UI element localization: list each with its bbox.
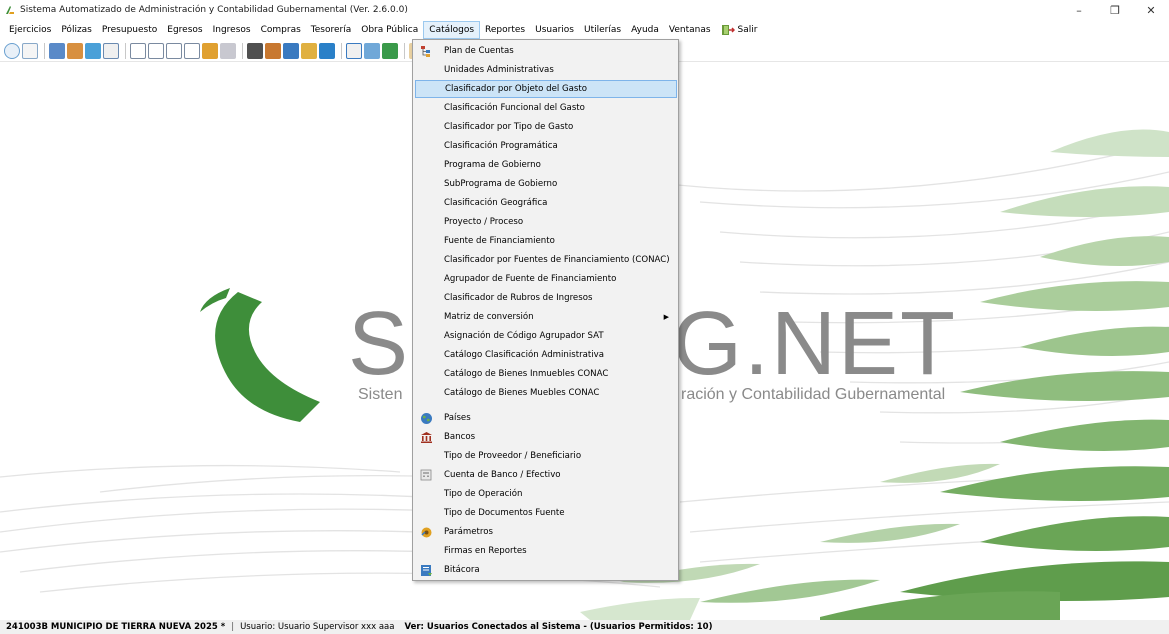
menu-presupuesto[interactable]: Presupuesto: [97, 21, 162, 39]
gear-icon: [419, 525, 433, 539]
folder-icon[interactable]: [49, 42, 65, 59]
close-button[interactable]: ✕: [1133, 0, 1169, 20]
d-icon[interactable]: [148, 42, 164, 59]
menu-polizas[interactable]: Pólizas: [56, 21, 97, 39]
menu-item-cuenta-banco[interactable]: Cuenta de Banco / Efectivo: [415, 466, 677, 484]
menu-item-bienes-muebles-conac[interactable]: Catálogo de Bienes Muebles CONAC: [415, 384, 677, 402]
hierarchy-icon: [419, 44, 433, 58]
logo-subtitle-left: Sisten: [358, 386, 403, 403]
menu-item-plan-de-cuentas[interactable]: Plan de Cuentas: [415, 42, 677, 60]
toolbar-separator: [242, 42, 243, 59]
menu-bar: Ejercicios Pólizas Presupuesto Egresos I…: [0, 20, 1169, 40]
title-bar: Sistema Automatizado de Administración y…: [0, 0, 1169, 20]
log-icon: [419, 563, 433, 577]
status-connected-users-link[interactable]: Ver: Usuarios Conectados al Sistema - (U…: [404, 622, 712, 632]
menu-item-clasificacion-programatica[interactable]: Clasificación Programática: [415, 137, 677, 155]
bank-icon: [419, 430, 433, 444]
tools-icon[interactable]: [364, 42, 380, 59]
toolbar-separator: [44, 42, 45, 59]
minimize-button[interactable]: –: [1061, 0, 1097, 20]
menu-item-clasificador-rubros-ingresos[interactable]: Clasificador de Rubros de Ingresos: [415, 289, 677, 307]
menu-usuarios[interactable]: Usuarios: [530, 21, 579, 39]
menu-item-bienes-inmuebles-conac[interactable]: Catálogo de Bienes Inmuebles CONAC: [415, 365, 677, 383]
menu-salir-label: Salir: [737, 25, 758, 35]
chart-icon[interactable]: [319, 42, 335, 59]
e-icon[interactable]: [166, 42, 182, 59]
status-user: Usuario: Usuario Supervisor xxx aaa: [240, 622, 395, 632]
edit-icon[interactable]: [265, 42, 281, 59]
menu-item-proyecto-proceso[interactable]: Proyecto / Proceso: [415, 213, 677, 231]
menu-compras[interactable]: Compras: [256, 21, 306, 39]
menu-item-clasificacion-geografica[interactable]: Clasificación Geográfica: [415, 194, 677, 212]
menu-item-bancos[interactable]: Bancos: [415, 428, 677, 446]
menu-item-clasificacion-funcional-gasto[interactable]: Clasificación Funcional del Gasto: [415, 99, 677, 117]
globe-icon: [419, 411, 433, 425]
menu-catalogos[interactable]: Catálogos: [423, 21, 481, 39]
box-icon[interactable]: [202, 42, 218, 59]
menu-salir[interactable]: Salir: [716, 21, 763, 39]
menu-ingresos[interactable]: Ingresos: [208, 21, 256, 39]
menu-utilerias[interactable]: Utilerías: [579, 21, 626, 39]
printer-icon[interactable]: [220, 42, 236, 59]
package-icon[interactable]: [301, 42, 317, 59]
c-icon[interactable]: [130, 42, 146, 59]
menu-ventanas[interactable]: Ventanas: [664, 21, 716, 39]
document-icon[interactable]: [22, 42, 38, 59]
menu-item-codigo-agrupador-sat[interactable]: Asignación de Código Agrupador SAT: [415, 327, 677, 345]
app-icon: [6, 6, 14, 14]
menu-item-bitacora[interactable]: Bitácora: [415, 561, 677, 579]
menu-item-paises[interactable]: Países: [415, 409, 677, 427]
menu-item-clasificador-objeto-gasto[interactable]: Clasificador por Objeto del Gasto: [415, 80, 677, 98]
logo-text-right: G.NET: [672, 294, 958, 394]
restore-button[interactable]: ❐: [1097, 0, 1133, 20]
menu-item-subprograma-gobierno[interactable]: SubPrograma de Gobierno: [415, 175, 677, 193]
users-icon[interactable]: [382, 42, 398, 59]
menu-egresos[interactable]: Egresos: [162, 21, 207, 39]
logo-text-left: S: [348, 294, 409, 394]
menu-item-firmas-reportes[interactable]: Firmas en Reportes: [415, 542, 677, 560]
refresh-icon[interactable]: [4, 42, 20, 59]
status-entity: 241003B MUNICIPIO DE TIERRA NUEVA 2025 *: [6, 622, 226, 632]
menu-item-unidades-administrativas[interactable]: Unidades Administrativas: [415, 61, 677, 79]
report-icon[interactable]: [85, 42, 101, 59]
menu-item-parametros[interactable]: Parámetros: [415, 523, 677, 541]
menu-item-tipo-proveedor[interactable]: Tipo de Proveedor / Beneficiario: [415, 447, 677, 465]
list-icon[interactable]: [346, 42, 362, 59]
logo-subtitle-right: ración y Contabilidad Gubernamental: [681, 386, 946, 403]
menu-item-matriz-conversion[interactable]: Matriz de conversión ▶: [415, 308, 677, 326]
toolbar-separator: [125, 42, 126, 59]
menu-ejercicios[interactable]: Ejercicios: [4, 21, 56, 39]
menu-ayuda[interactable]: Ayuda: [626, 21, 664, 39]
menu-item-tipo-documentos-fuente[interactable]: Tipo de Documentos Fuente: [415, 504, 677, 522]
menu-tesoreria[interactable]: Tesorería: [306, 21, 356, 39]
menu-item-programa-gobierno[interactable]: Programa de Gobierno: [415, 156, 677, 174]
status-separator: |: [231, 622, 235, 632]
submenu-arrow-icon: ▶: [663, 313, 669, 321]
export-icon[interactable]: [283, 42, 299, 59]
menu-item-fuente-financiamiento[interactable]: Fuente de Financiamiento: [415, 232, 677, 250]
menu-reportes[interactable]: Reportes: [480, 21, 530, 39]
menu-item-clasificador-tipo-gasto[interactable]: Clasificador por Tipo de Gasto: [415, 118, 677, 136]
toolbar-separator: [341, 42, 342, 59]
menu-item-clasificacion-administrativa[interactable]: Catálogo Clasificación Administrativa: [415, 346, 677, 364]
exit-icon: [721, 25, 735, 35]
menu-obra-publica[interactable]: Obra Pública: [356, 21, 423, 39]
calculator-icon: [419, 468, 433, 482]
menu-item-tipo-operacion[interactable]: Tipo de Operación: [415, 485, 677, 503]
toolbar-separator: [404, 42, 405, 59]
menu-item-clasificador-fuentes-conac[interactable]: Clasificador por Fuentes de Financiamien…: [415, 251, 677, 269]
menu-item-agrupador-fuente-financiamiento[interactable]: Agrupador de Fuente de Financiamiento: [415, 270, 677, 288]
catalogos-dropdown: Plan de Cuentas Unidades Administrativas…: [412, 39, 679, 581]
status-bar: 241003B MUNICIPIO DE TIERRA NUEVA 2025 *…: [0, 620, 1169, 634]
f-icon[interactable]: [184, 42, 200, 59]
table-icon[interactable]: [103, 42, 119, 59]
transfer-icon[interactable]: [67, 42, 83, 59]
clipboard-icon[interactable]: [247, 42, 263, 59]
window-title: Sistema Automatizado de Administración y…: [20, 5, 408, 15]
